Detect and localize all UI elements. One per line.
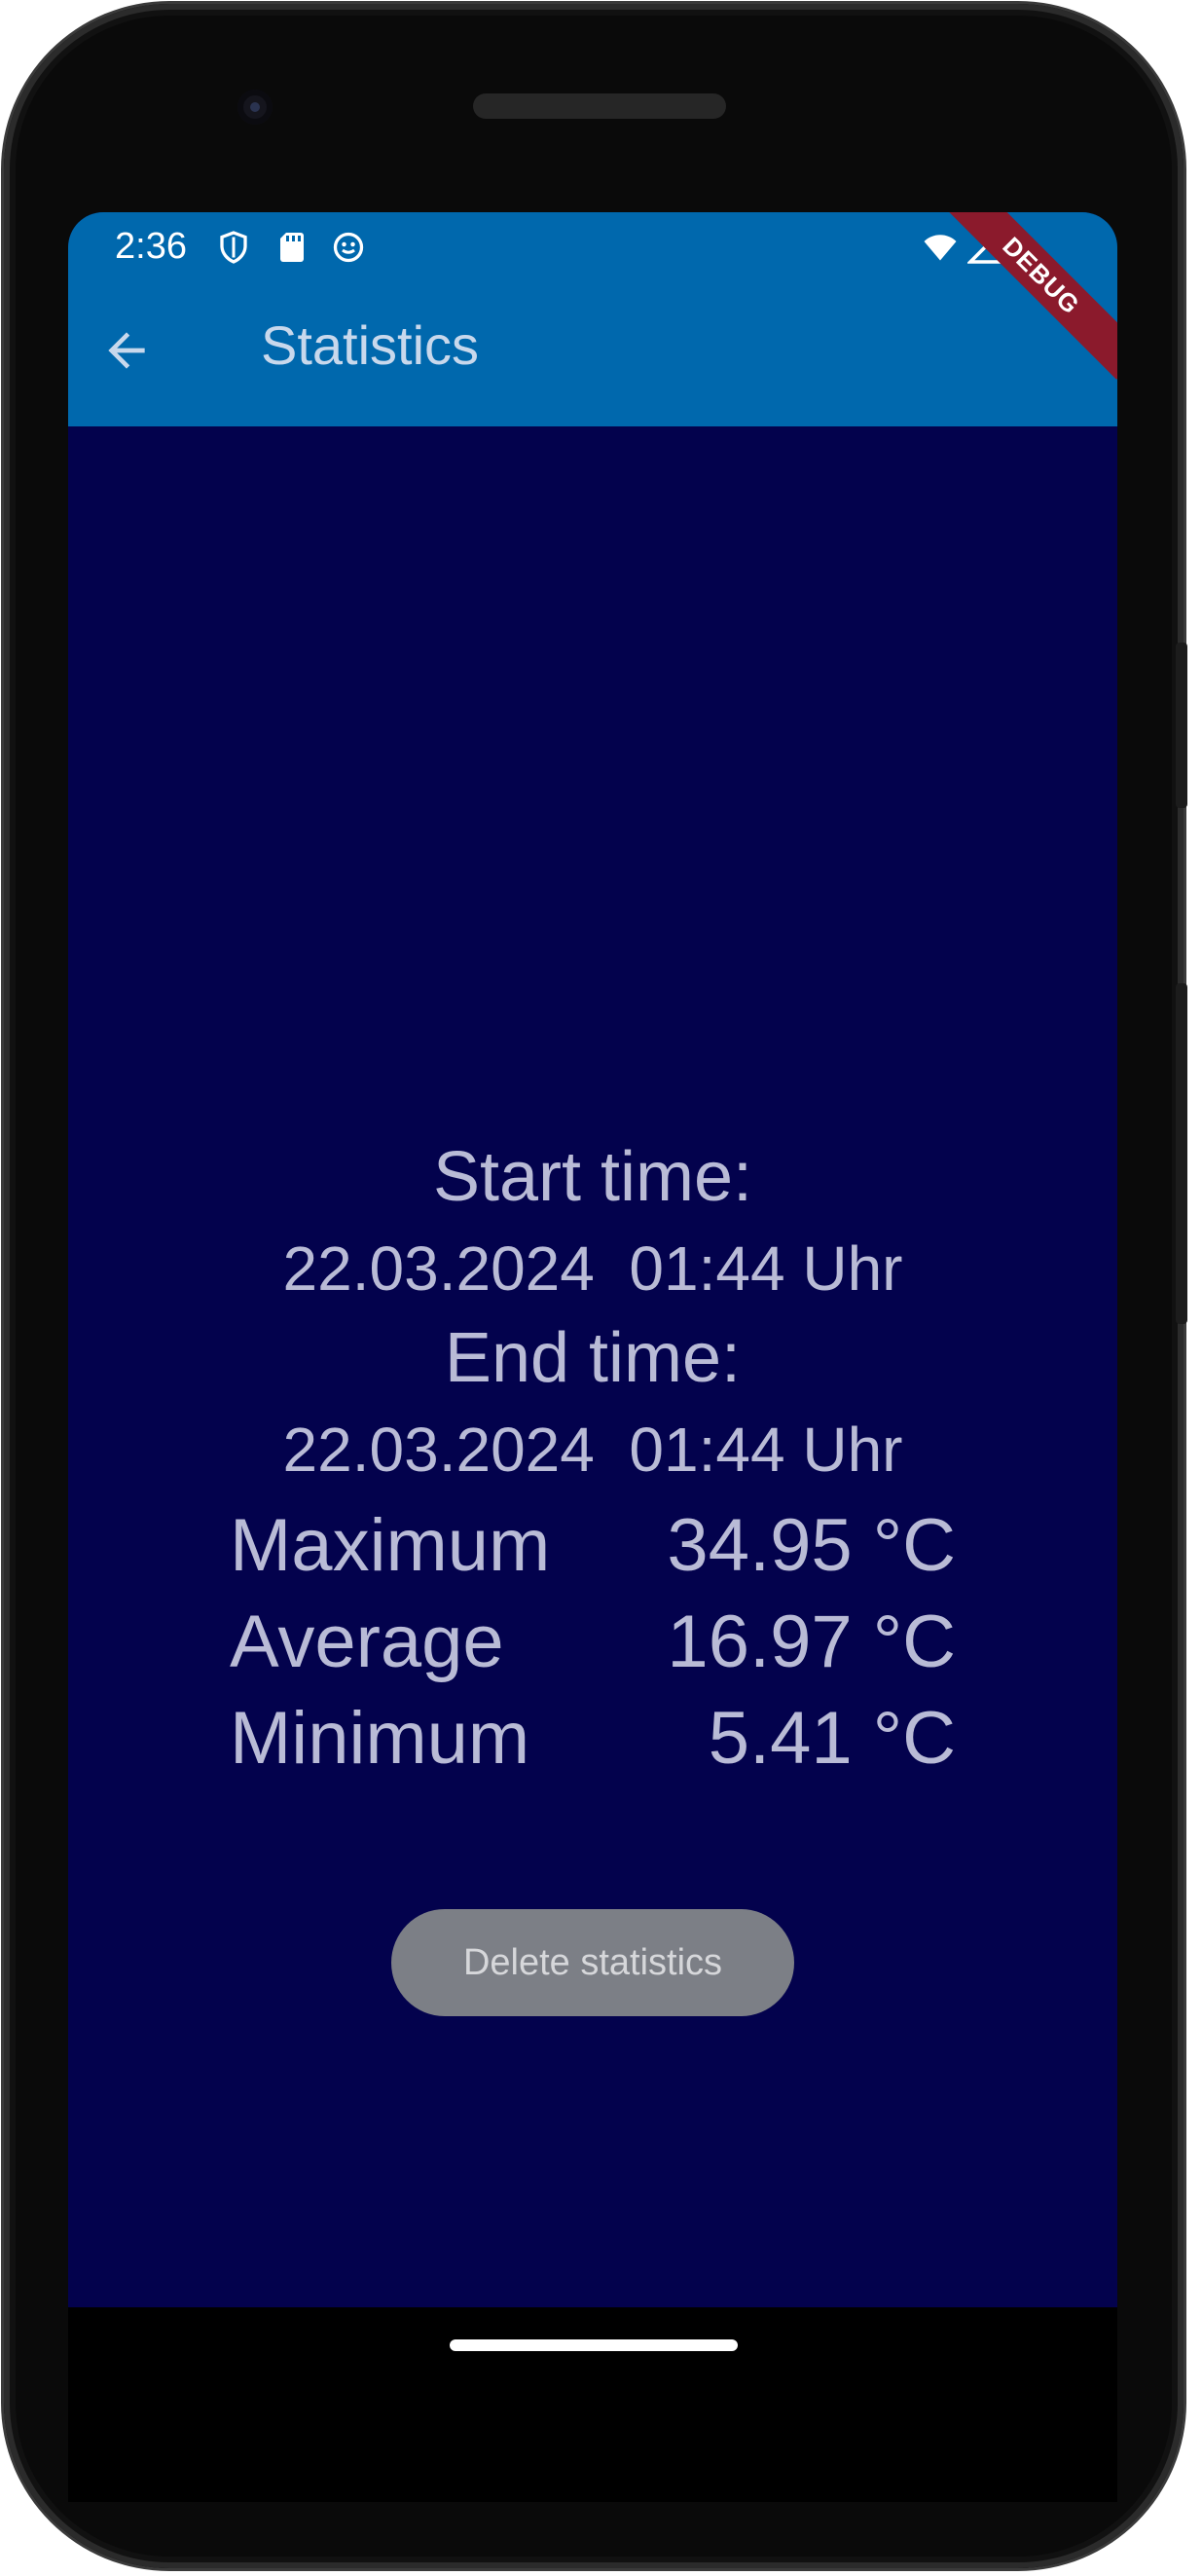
stat-value: 16.97 °C <box>667 1601 956 1683</box>
wifi-icon <box>921 230 960 265</box>
start-time-label: Start time: <box>432 1138 753 1216</box>
end-time-value: 22.03.2024 01:44 Uhr <box>282 1415 903 1485</box>
delete-statistics-button[interactable]: Delete statistics <box>391 1909 794 2016</box>
front-camera <box>237 90 273 125</box>
earpiece-speaker <box>473 93 726 119</box>
stat-name: Average <box>230 1601 504 1683</box>
stat-row-average: Average 16.97 °C <box>230 1600 956 1687</box>
statistics-content: Start time: 22.03.2024 01:44 Uhr End tim… <box>68 426 1117 2307</box>
back-button[interactable] <box>88 312 165 389</box>
toolbar: Statistics <box>68 280 1117 426</box>
page-title: Statistics <box>261 314 480 376</box>
status-time: 2:36 <box>115 226 187 267</box>
stat-value: 5.41 °C <box>708 1697 956 1780</box>
stat-name: Minimum <box>230 1697 530 1780</box>
navigation-bar <box>68 2307 1117 2502</box>
sd-card-icon <box>274 230 310 265</box>
app-bar: 2:36 DEBUG Statistics <box>68 212 1117 426</box>
status-bar: 2:36 DEBUG <box>68 212 1117 380</box>
volume-button[interactable] <box>1176 643 1187 808</box>
stat-value: 34.95 °C <box>667 1504 956 1587</box>
power-button[interactable] <box>1176 983 1187 1324</box>
app-screen: 2:36 DEBUG Statistics Start time: 22.03.… <box>68 212 1117 2307</box>
shield-icon <box>216 230 251 265</box>
end-time-label: End time: <box>444 1319 742 1397</box>
arrow-back-icon <box>108 332 145 369</box>
start-time-value: 22.03.2024 01:44 Uhr <box>282 1233 903 1304</box>
home-indicator[interactable] <box>450 2339 738 2351</box>
smiley-icon <box>331 230 366 265</box>
stat-row-minimum: Minimum 5.41 °C <box>230 1696 956 1784</box>
stat-row-maximum: Maximum 34.95 °C <box>230 1503 956 1591</box>
stat-name: Maximum <box>230 1504 551 1587</box>
